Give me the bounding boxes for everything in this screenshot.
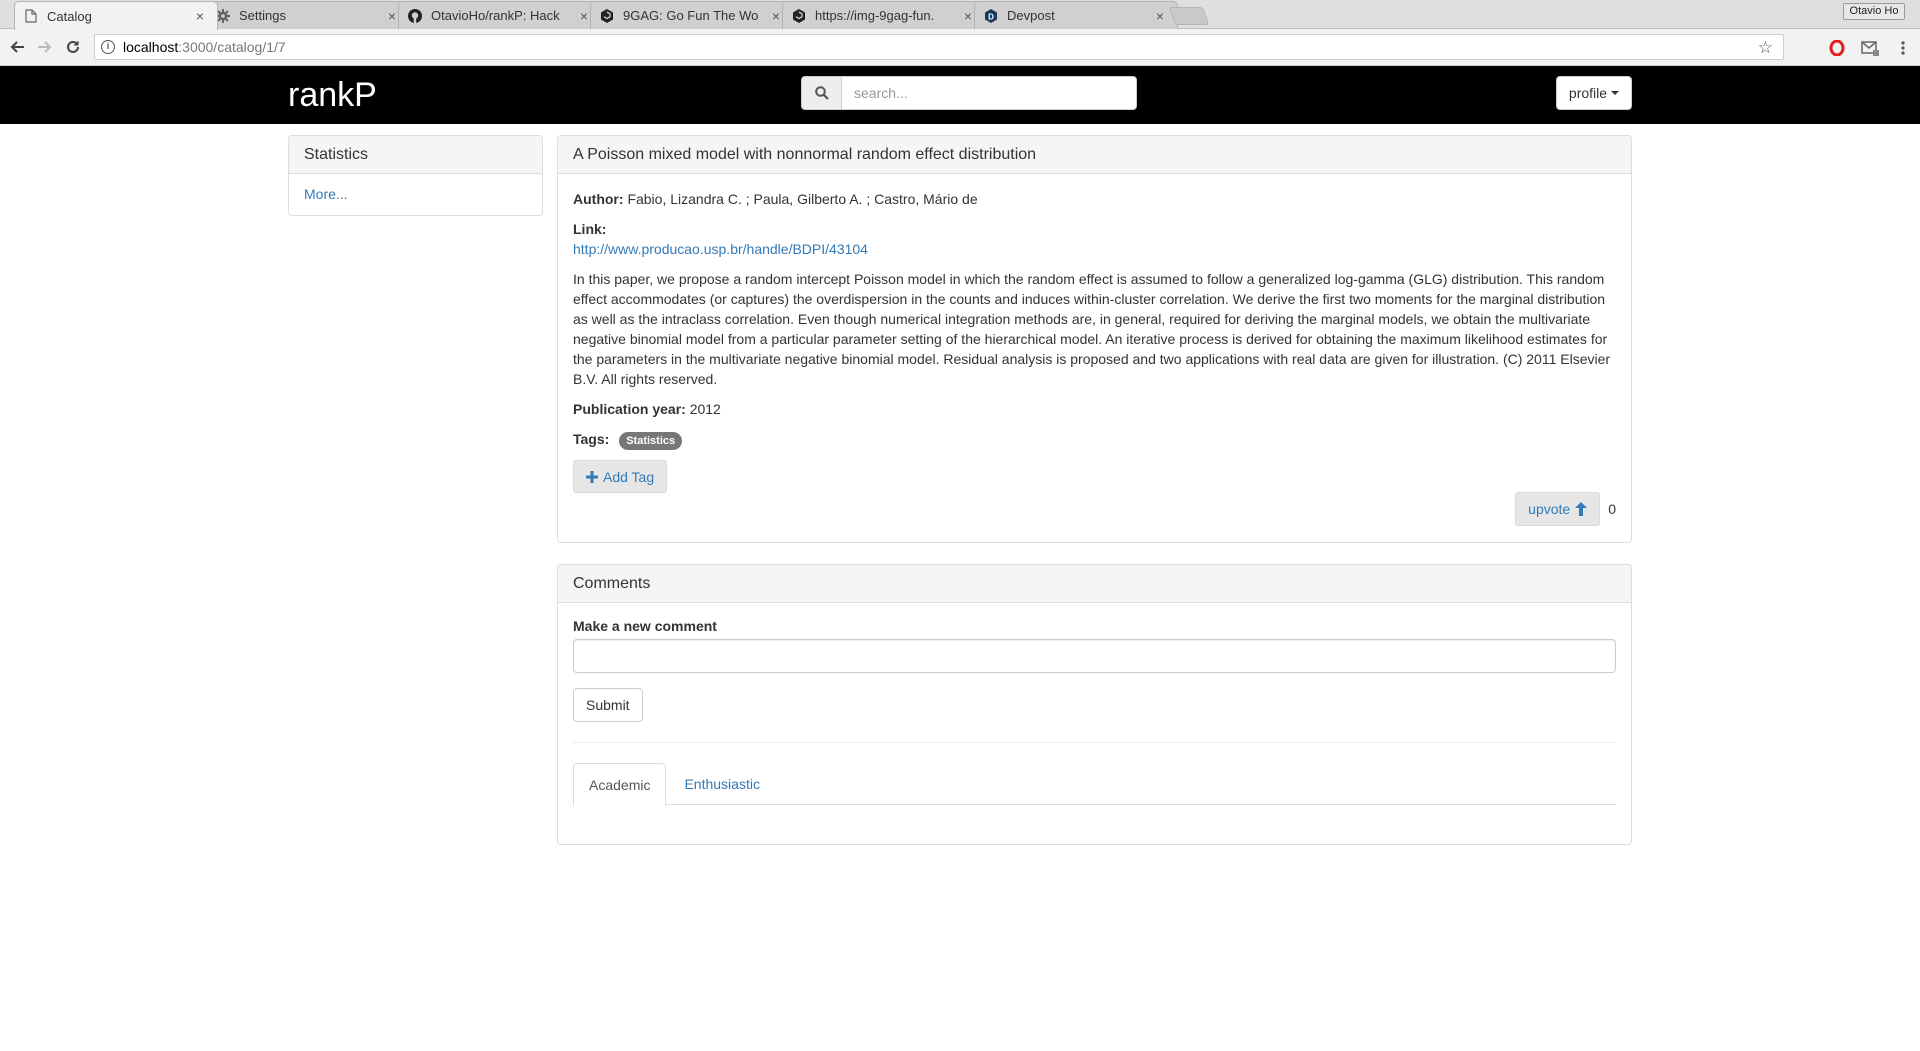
github-icon: [407, 8, 423, 24]
browser-tab-9gag-image[interactable]: https://img-9gag-fun. ×: [782, 1, 986, 29]
author-label: Author:: [573, 191, 624, 207]
svg-text:D: D: [988, 12, 994, 21]
add-tag-button[interactable]: Add Tag: [573, 460, 668, 493]
caret-down-icon: [1611, 91, 1620, 95]
year-label: Publication year:: [573, 401, 686, 417]
opera-extension-icon[interactable]: [1827, 38, 1847, 58]
browser-tab-bar: Catalog × Settings × OtavioHo/rankP: Hac…: [0, 0, 1920, 30]
comment-input[interactable]: [573, 639, 1616, 673]
close-icon[interactable]: ×: [193, 8, 207, 24]
paper-link[interactable]: http://www.producao.usp.br/handle/BDPI/4…: [573, 241, 868, 257]
browser-toolbar: i localhost:3000/catalog/1/7 ☆: [0, 29, 1920, 66]
browser-tab-label: 9GAG: Go Fun The Wo: [623, 8, 759, 23]
sidebar-panel: Statistics More...: [288, 135, 543, 216]
new-tab-button[interactable]: [1168, 7, 1210, 25]
forward-arrow-icon[interactable]: [34, 37, 54, 57]
comments-title: Comments: [558, 565, 1631, 603]
link-label: Link:: [573, 221, 607, 237]
close-icon[interactable]: ×: [961, 8, 975, 24]
info-icon[interactable]: i: [101, 40, 115, 54]
browser-tab-label: https://img-9gag-fun.: [815, 8, 935, 23]
arrow-up-icon: [1575, 502, 1588, 516]
back-arrow-icon[interactable]: [8, 37, 28, 57]
paper-abstract: In this paper, we propose a random inter…: [573, 271, 1611, 387]
reload-icon[interactable]: [63, 37, 83, 57]
search-input[interactable]: [842, 76, 1137, 110]
close-icon[interactable]: ×: [577, 8, 591, 24]
close-icon[interactable]: ×: [385, 8, 399, 24]
tag-badge[interactable]: Statistics: [619, 432, 683, 450]
new-comment-label: Make a new comment: [573, 618, 717, 634]
profile-dropdown-button[interactable]: profile: [1556, 76, 1632, 110]
app-navbar: rankP profile: [0, 66, 1920, 124]
tab-enthusiastic[interactable]: Enthusiastic: [668, 763, 775, 805]
sidebar-more-link[interactable]: More...: [304, 186, 348, 202]
plus-icon: [586, 470, 598, 483]
brand-logo[interactable]: rankP: [288, 76, 377, 115]
close-icon[interactable]: ×: [1153, 8, 1167, 24]
year-value: 2012: [689, 401, 721, 417]
search-icon[interactable]: [801, 76, 842, 110]
upvote-button[interactable]: upvote: [1515, 492, 1601, 526]
comment-tabs: Academic Enthusiastic: [573, 763, 1616, 806]
browser-profile-name[interactable]: Otavio Ho: [1843, 3, 1905, 20]
tags-label: Tags:: [573, 431, 610, 447]
gmail-extension-icon[interactable]: [1860, 38, 1880, 58]
divider: [573, 742, 1616, 743]
close-icon[interactable]: ×: [769, 8, 783, 24]
menu-icon[interactable]: [1893, 38, 1913, 58]
author-value: Fabio, Lizandra C. ; Paula, Gilberto A. …: [627, 191, 978, 207]
tags-row: Tags: Statistics: [573, 429, 1616, 450]
address-bar[interactable]: i localhost:3000/catalog/1/7 ☆: [94, 34, 1784, 60]
url-host: localhost: [123, 39, 179, 55]
url-path: :3000/catalog/1/7: [178, 39, 286, 55]
browser-tab-label: OtavioHo/rankP: Hack: [431, 8, 560, 23]
submit-button[interactable]: Submit: [573, 688, 643, 722]
bookmark-star-icon[interactable]: ☆: [1758, 38, 1773, 58]
link-row: Link: http://www.producao.usp.br/handle/…: [573, 219, 1616, 259]
sidebar-title: Statistics: [289, 136, 542, 174]
browser-tab-9gag[interactable]: 9GAG: Go Fun The Wo ×: [590, 1, 794, 29]
year-row: Publication year: 2012: [573, 399, 1616, 419]
browser-tab-label: Devpost: [1007, 8, 1055, 23]
add-tag-label: Add Tag: [603, 468, 655, 485]
browser-tab-catalog[interactable]: Catalog ×: [14, 1, 218, 30]
browser-tab-devpost[interactable]: D Devpost ×: [974, 1, 1178, 29]
browser-tab-label: Catalog: [47, 8, 92, 24]
browser-tab-github[interactable]: OtavioHo/rankP: Hack ×: [398, 1, 602, 29]
profile-button-label: profile: [1568, 85, 1608, 101]
tab-academic[interactable]: Academic: [573, 763, 667, 806]
page-icon: [23, 8, 39, 24]
9gag-icon: [599, 8, 615, 24]
author-row: Author: Fabio, Lizandra C. ; Paula, Gilb…: [573, 189, 1616, 209]
vote-count: 0: [1608, 501, 1616, 517]
search-group: [801, 76, 1137, 110]
comments-panel: Comments Make a new comment Submit Acade…: [557, 564, 1632, 845]
paper-title: A Poisson mixed model with nonnormal ran…: [558, 136, 1631, 174]
upvote-row: upvote 0: [1515, 492, 1616, 526]
browser-tab-settings[interactable]: Settings ×: [206, 1, 410, 29]
upvote-label: upvote: [1528, 501, 1571, 517]
paper-panel: A Poisson mixed model with nonnormal ran…: [557, 135, 1632, 543]
browser-tab-label: Settings: [239, 8, 286, 23]
9gag-icon: [791, 8, 807, 24]
devpost-icon: D: [983, 8, 999, 24]
